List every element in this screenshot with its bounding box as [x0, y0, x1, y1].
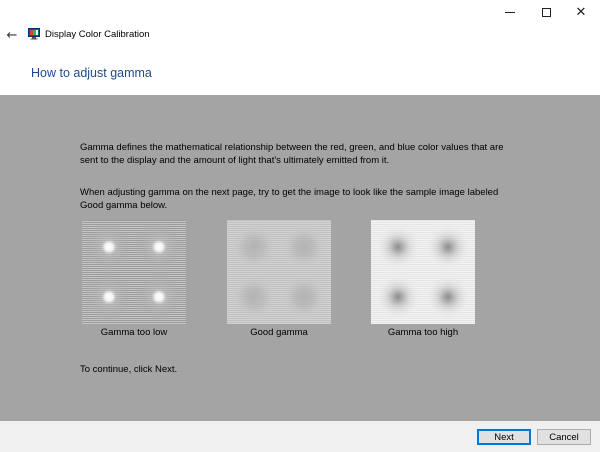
- adjust-instructions-text: When adjusting gamma on the next page, t…: [80, 187, 499, 211]
- sample-gamma-too-low: Gamma too low: [82, 220, 186, 338]
- back-arrow-icon: ←: [6, 27, 18, 43]
- title-bar: ✕: [0, 0, 600, 24]
- sample-label: Gamma too low: [100, 327, 168, 338]
- back-button[interactable]: ←: [3, 25, 21, 45]
- maximize-icon: [541, 7, 551, 17]
- close-button[interactable]: ✕: [558, 0, 600, 24]
- footer-bar: Next Cancel: [0, 421, 600, 452]
- next-button[interactable]: Next: [477, 429, 531, 445]
- gamma-too-high-image: [371, 220, 475, 324]
- page-heading: How to adjust gamma: [31, 66, 152, 80]
- sample-good-gamma: Good gamma: [227, 220, 331, 338]
- close-icon: ✕: [575, 4, 587, 20]
- window-title: Display Color Calibration: [45, 29, 150, 40]
- minimize-icon: [505, 11, 515, 13]
- continue-instruction-text: To continue, click Next.: [80, 364, 178, 375]
- good-gamma-image: [227, 220, 331, 324]
- gamma-too-low-image: [82, 220, 186, 324]
- sample-label: Good gamma: [250, 327, 308, 338]
- content-area: Gamma defines the mathematical relations…: [0, 95, 600, 421]
- navigation-bar: ← Display Color Calibration: [0, 24, 600, 46]
- cancel-button[interactable]: Cancel: [537, 429, 591, 445]
- gamma-definition-text: Gamma defines the mathematical relations…: [80, 142, 504, 166]
- sample-gamma-too-high: Gamma too high: [371, 220, 475, 338]
- sample-label: Gamma too high: [387, 327, 459, 338]
- display-calibration-icon: [28, 28, 40, 40]
